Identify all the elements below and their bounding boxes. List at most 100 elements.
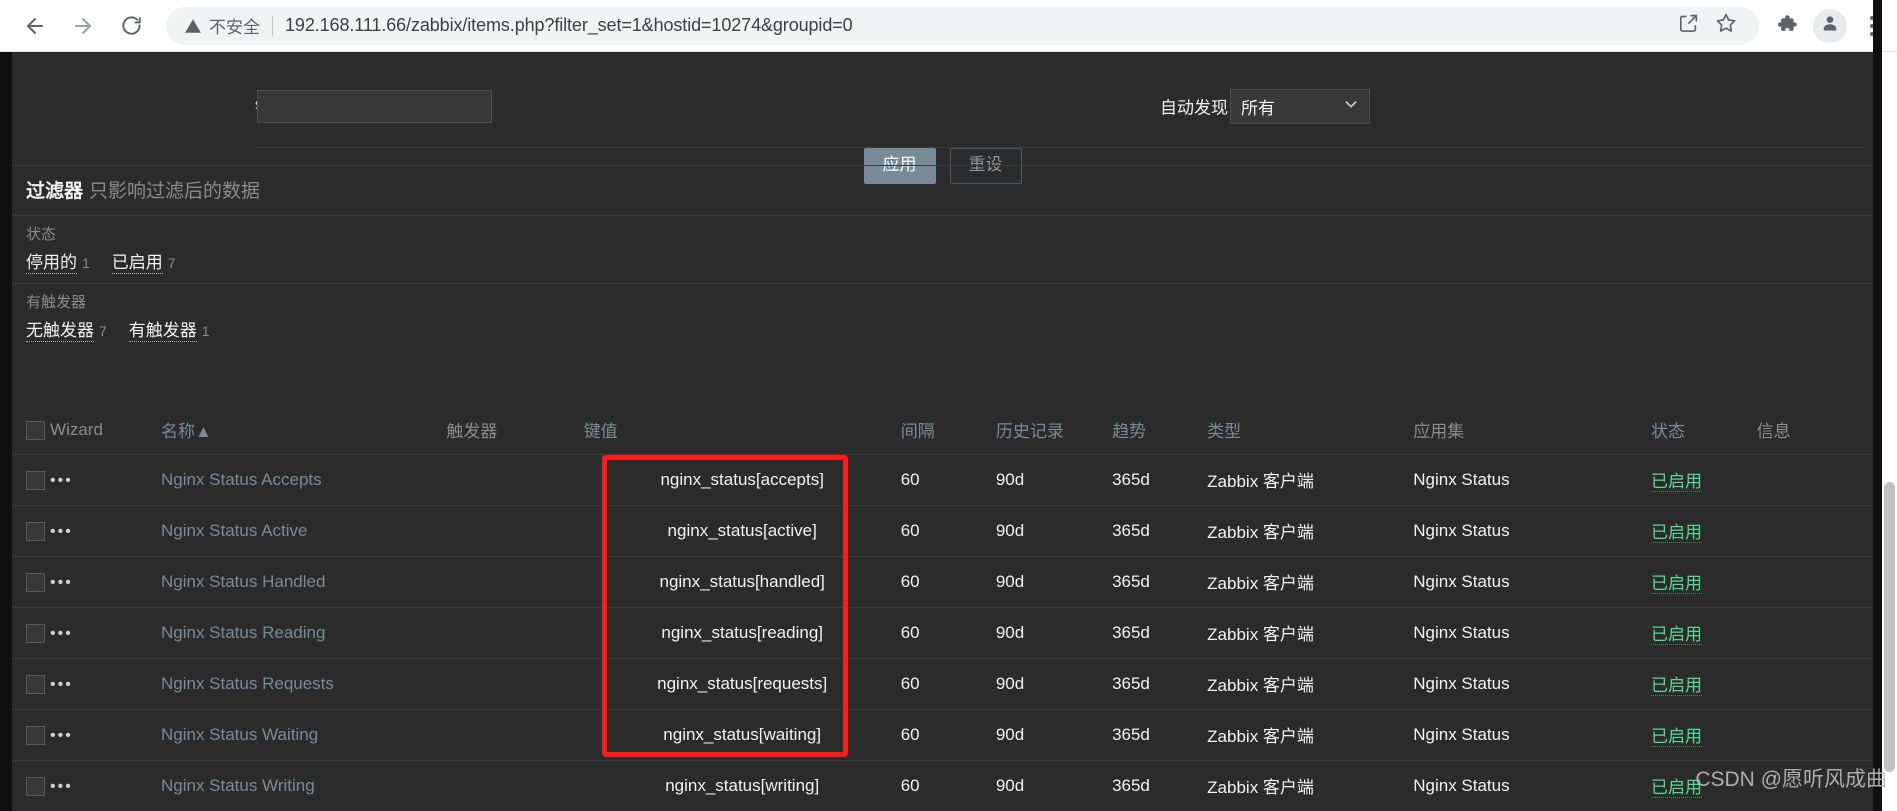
filter-group-triggers-label: 有触发器 [26, 294, 87, 311]
row-application-cell: Nginx Status [1413, 760, 1651, 811]
arrow-left-icon [23, 14, 47, 38]
row-wizard-cell: ••• [50, 454, 161, 506]
filter-link-no-triggers[interactable]: 无触发器 [26, 316, 94, 342]
filter-link-with-triggers[interactable]: 有触发器 [128, 316, 197, 342]
ellipsis-icon[interactable]: ••• [50, 676, 73, 693]
row-key-cell: nginx_status[active] [583, 505, 901, 557]
status-badge[interactable]: 已启用 [1651, 625, 1702, 645]
row-checkbox[interactable] [26, 521, 45, 541]
row-interval-cell: 60 [900, 607, 996, 659]
row-wizard-cell: ••• [50, 658, 161, 710]
ellipsis-icon[interactable]: ••• [50, 625, 73, 642]
header-name[interactable]: 名称▲ [160, 407, 447, 455]
row-checkbox[interactable] [26, 674, 45, 694]
row-name-cell: Nginx Status Handled [160, 556, 447, 608]
select-all-checkbox[interactable] [26, 420, 45, 440]
back-button[interactable] [14, 5, 56, 47]
discovery-select-value: 所有 [1241, 99, 1275, 118]
row-triggers-cell [446, 709, 584, 761]
filter-link-enabled[interactable]: 已启用 [111, 248, 163, 274]
row-select-cell [12, 454, 51, 506]
header-trends[interactable]: 趋势 [1112, 407, 1208, 455]
status-badge[interactable]: 已启用 [1651, 727, 1702, 747]
row-name-cell: Nginx Status Active [160, 505, 447, 557]
filter-summary-subtitle: 只影响过滤后的数据 [89, 181, 261, 202]
discovery-select[interactable]: 所有 [1230, 89, 1370, 124]
profile-button[interactable] [1813, 8, 1847, 43]
row-history-cell: 90d [995, 607, 1113, 659]
row-triggers-cell [446, 760, 584, 811]
ellipsis-icon[interactable]: ••• [50, 472, 73, 489]
browser-menu-button[interactable] [1857, 9, 1887, 43]
item-name-link[interactable]: Nginx Status Requests [161, 674, 334, 693]
row-checkbox[interactable] [26, 623, 45, 643]
items-table: Wizard 名称▲ 触发器 键值 间隔 历史记录 趋势 类型 应用集 状态 信… [12, 407, 1873, 811]
table-row: ••• Nginx Status Requests nginx_status[req… [12, 658, 1873, 710]
row-triggers-cell [446, 454, 584, 506]
ellipsis-icon[interactable]: ••• [50, 523, 73, 540]
header-key[interactable]: 键值 [583, 407, 901, 455]
row-key-cell: nginx_status[reading] [583, 607, 901, 659]
filter-group-triggers: 有触发器 无触发器 7 有触发器 1 [12, 283, 1873, 351]
row-checkbox[interactable] [26, 725, 45, 745]
item-name-link[interactable]: Nginx Status Active [161, 521, 307, 540]
item-name-link[interactable]: Nginx Status Reading [161, 623, 325, 642]
bookmark-button[interactable] [1709, 9, 1743, 43]
security-status-label: 不安全 [209, 18, 260, 38]
row-info-cell [1756, 607, 1873, 659]
row-select-cell [12, 709, 51, 761]
row-select-cell [12, 607, 51, 659]
item-name-link[interactable]: Nginx Status Handled [161, 572, 325, 591]
header-history[interactable]: 历史记录 [995, 407, 1113, 455]
ellipsis-icon[interactable]: ••• [50, 727, 73, 744]
row-triggers-cell [446, 505, 584, 557]
omnibox-separator [272, 15, 273, 36]
item-name-link[interactable]: Nginx Status Accepts [161, 470, 322, 489]
row-triggers-cell [446, 658, 584, 710]
reload-button[interactable] [110, 5, 152, 47]
row-history-cell: 90d [995, 658, 1113, 710]
header-interval[interactable]: 间隔 [900, 407, 996, 455]
row-checkbox[interactable] [26, 470, 45, 490]
share-button[interactable] [1671, 9, 1705, 43]
table-row: ••• Nginx Status Reading nginx_status[read… [12, 607, 1873, 659]
row-history-cell: 90d [995, 709, 1113, 761]
ellipsis-icon[interactable]: ••• [50, 574, 73, 591]
items-table-body: ••• Nginx Status Accepts nginx_status[acce… [12, 454, 1873, 811]
row-interval-cell: 60 [900, 760, 996, 811]
address-bar[interactable]: 不安全 192.168.111.66/zabbix/items.php?filt… [166, 6, 1759, 45]
browser-toolbar: 不安全 192.168.111.66/zabbix/items.php?filt… [0, 0, 1897, 52]
filter-summary: 过滤器 只影响过滤后的数据 状态 停用的 1 已启用 7 有触发器 无触发器 7 … [12, 165, 1873, 351]
status-badge[interactable]: 已启用 [1651, 676, 1702, 696]
filter-count-with-triggers: 1 [201, 323, 210, 339]
row-name-cell: Nginx Status Writing [160, 760, 447, 811]
row-info-cell [1756, 556, 1873, 608]
header-status[interactable]: 状态 [1651, 407, 1757, 455]
row-checkbox[interactable] [26, 776, 45, 796]
header-triggers: 触发器 [446, 407, 584, 455]
filter-panel: 键值 自动发现 所有 应用 重设 过滤器只影响过滤后的数据 状态 [12, 52, 1873, 407]
header-info: 信息 [1756, 407, 1873, 455]
forward-button[interactable] [62, 5, 104, 47]
row-checkbox[interactable] [26, 572, 45, 592]
row-status-cell: 已启用 [1651, 709, 1757, 761]
header-type[interactable]: 类型 [1207, 407, 1414, 455]
status-badge[interactable]: 已启用 [1651, 574, 1702, 594]
row-application-cell: Nginx Status [1413, 658, 1651, 710]
row-status-cell: 已启用 [1651, 454, 1757, 506]
filter-link-disabled[interactable]: 停用的 [26, 248, 77, 274]
status-badge[interactable]: 已启用 [1651, 778, 1702, 798]
item-name-link[interactable]: Nginx Status Writing [161, 776, 315, 795]
row-status-cell: 已启用 [1651, 505, 1757, 557]
item-name-link[interactable]: Nginx Status Waiting [161, 725, 318, 744]
page-scrollbar[interactable] [1882, 52, 1897, 811]
row-triggers-cell [446, 556, 584, 608]
row-interval-cell: 60 [900, 454, 996, 506]
page-scrollbar-thumb[interactable] [1884, 482, 1895, 772]
status-badge[interactable]: 已启用 [1651, 472, 1702, 492]
extensions-button[interactable] [1769, 9, 1803, 43]
key-input[interactable] [257, 90, 492, 123]
status-badge[interactable]: 已启用 [1651, 523, 1702, 543]
ellipsis-icon[interactable]: ••• [50, 778, 73, 795]
row-trends-cell: 365d [1112, 454, 1208, 506]
